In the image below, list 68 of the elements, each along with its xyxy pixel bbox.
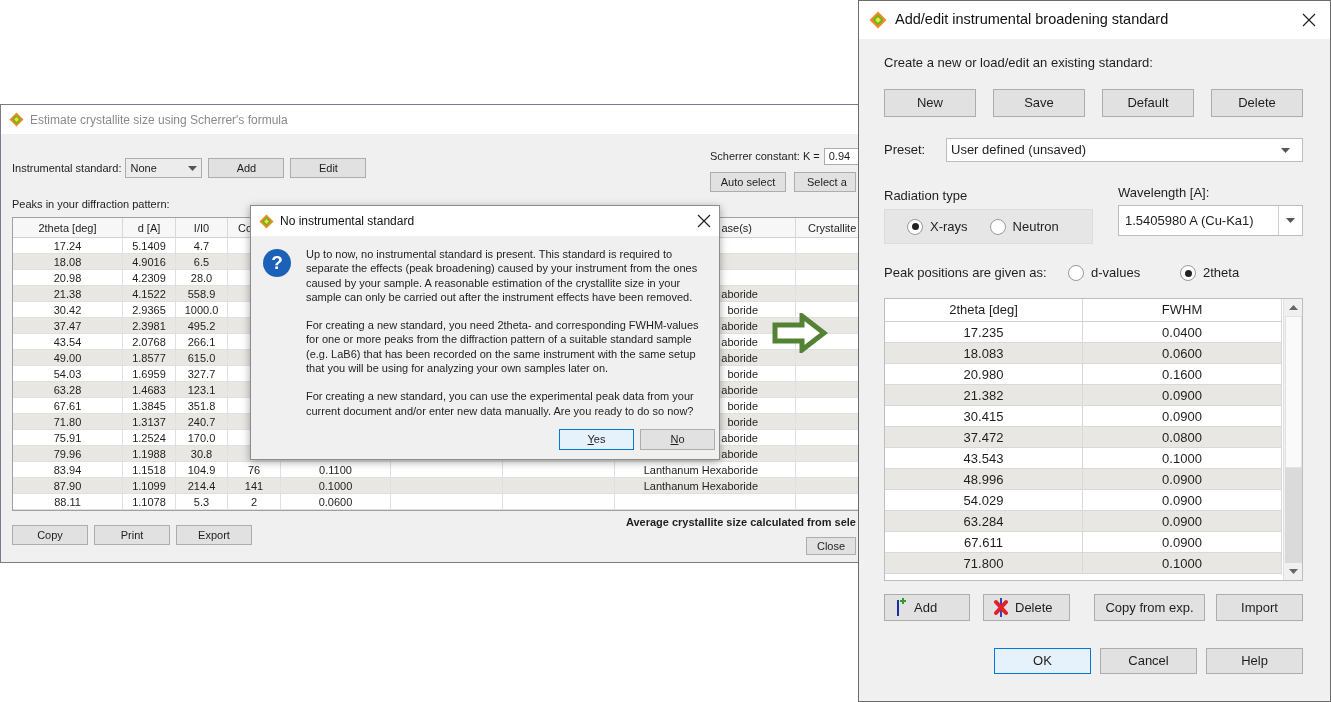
close-icon[interactable] [697, 214, 711, 228]
window-title: Estimate crystallite size using Scherrer's formula [30, 111, 288, 129]
button[interactable]: Print [94, 525, 170, 545]
field-label: Instrumental standard: [12, 160, 122, 176]
delete-icon [994, 598, 1008, 617]
caret-icon [1286, 218, 1295, 223]
button[interactable]: Add [884, 594, 970, 621]
radio-button[interactable]: X-rays [907, 216, 968, 237]
table-cell: 0.1000 [1083, 553, 1282, 574]
diamond-icon [9, 112, 24, 127]
message-text: Up to now, no instrumental standard is present. This standard is required to separate the effects (peak broadening) caused by your instrument from the ones caused by your sample. A reasonable estimation of the crystallite size in your sample can only be carried out after the instrument effects have been removed. [306, 247, 699, 305]
diamond-icon [259, 213, 274, 229]
button[interactable]: No [640, 429, 715, 450]
section-label: Create a new or load/edit an existing standard: [884, 55, 1154, 71]
button[interactable]: Edit [290, 158, 367, 178]
caret-icon [1281, 147, 1290, 153]
diamond-icon [869, 11, 887, 29]
field-label: Wavelength [A]: [1118, 185, 1211, 201]
button[interactable]: Auto select [710, 172, 786, 192]
button[interactable]: Delete [983, 594, 1070, 621]
table-cell: 0.0600 [281, 494, 391, 510]
button[interactable]: Select a [794, 172, 856, 192]
button[interactable]: Help [1206, 648, 1303, 674]
scrollbar[interactable] [1283, 299, 1302, 580]
add-icon [895, 598, 907, 617]
table-cell: 5.3 [176, 494, 228, 510]
table-cell: 88.11 [13, 494, 123, 510]
scroll-up-icon[interactable] [1288, 305, 1298, 310]
caret-icon [188, 165, 198, 171]
button[interactable]: Add [208, 158, 285, 178]
scroll-down-icon[interactable] [1288, 569, 1298, 574]
dropdown[interactable]: 1.5405980 A (Cu-Ka1) [1118, 205, 1303, 236]
question-icon: ? [263, 249, 291, 277]
button[interactable]: Copy [12, 525, 88, 545]
section-label: Peaks in your diffraction pattern: [12, 198, 171, 211]
message-text: For creating a new standard, you can use the experimental peak data from your current document and/or enter new data manually. Are you ready to do so now? [306, 389, 695, 418]
button[interactable]: Copy from exp. [1094, 594, 1205, 621]
radio-button[interactable]: 2theta [1180, 263, 1240, 283]
dropdown[interactable]: User defined (unsaved) [946, 138, 1303, 162]
button[interactable]: Yes [559, 429, 634, 450]
button[interactable]: Save [993, 89, 1085, 117]
field-label: Scherrer constant: K = [710, 149, 820, 165]
input-field[interactable]: 0.94 [823, 148, 859, 165]
column-header[interactable]: 2theta [deg] [885, 299, 1083, 321]
summary-label: Average crystallite size calculated from sele [625, 516, 856, 529]
button[interactable]: New [884, 89, 976, 117]
table-cell: 1.1078 [123, 494, 176, 510]
scrollbar-thumb[interactable] [1284, 316, 1302, 468]
button[interactable]: Default [1102, 89, 1194, 117]
field-label: Peak positions are given as: [884, 264, 1048, 283]
message-text: For creating a new standard, you need 2theta- and corresponding FWHM-values for one or more peaks from the diffraction pattern of a suitable standard sample (e.g. LaB6) that has been recorded on the same instrument with the same setup that you will be using for analyzing your own samples later on. [306, 318, 700, 376]
button[interactable]: Import [1216, 594, 1303, 621]
dropdown[interactable]: None [125, 158, 203, 178]
close-button[interactable]: Close [806, 537, 856, 555]
close-icon[interactable] [1302, 13, 1316, 27]
field-label: Preset: [884, 141, 927, 160]
group-label: Radiation type [884, 188, 969, 204]
button[interactable]: Cancel [1100, 648, 1197, 674]
window-title: Add/edit instrumental broadening standard [895, 10, 1169, 30]
column-header[interactable]: FWHM [1083, 299, 1282, 321]
button[interactable]: OK [994, 648, 1091, 674]
table-cell: 2 [228, 494, 281, 510]
radio-button[interactable]: Neutron [989, 216, 1059, 237]
window-title: No instrumental standard [280, 213, 415, 230]
radio-button[interactable]: d-values [1068, 263, 1180, 283]
button[interactable]: Export [176, 525, 252, 545]
button[interactable]: Delete [1211, 89, 1303, 117]
table-cell: 71.800 [885, 553, 1083, 574]
